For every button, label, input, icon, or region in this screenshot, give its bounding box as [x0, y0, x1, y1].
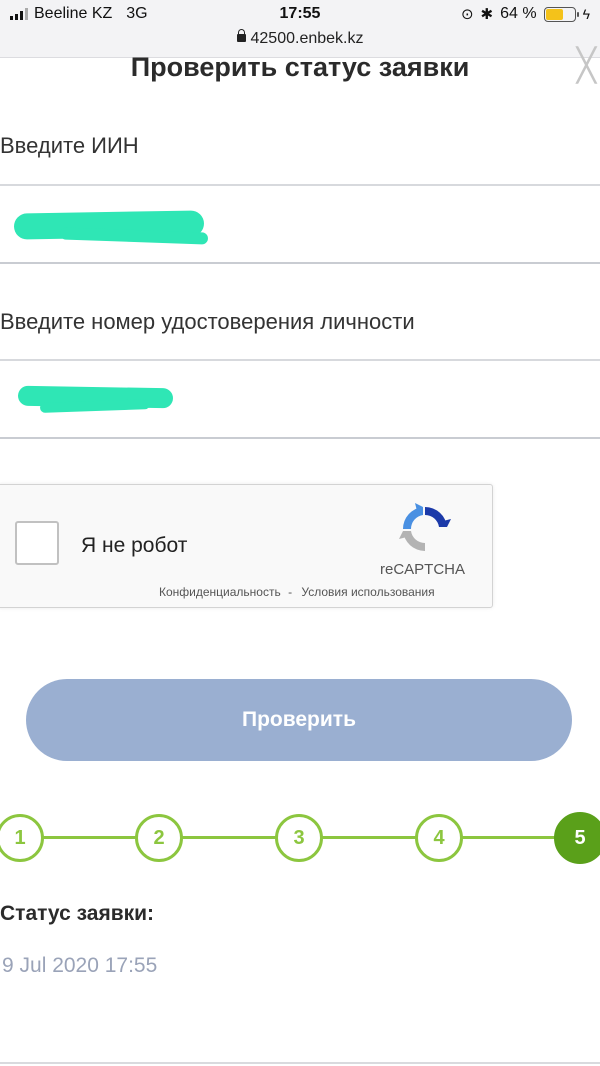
- status-date: 9 Jul 2020 17:55: [2, 954, 158, 977]
- privacy-link[interactable]: Конфиденциальность: [159, 585, 281, 599]
- address-bar[interactable]: 42500.enbek.kz: [0, 28, 600, 48]
- lock-icon: [236, 28, 246, 42]
- id-label: Введите номер удостоверения личности: [0, 309, 415, 334]
- battery-percent: 64 %: [500, 5, 537, 22]
- iin-input[interactable]: [0, 184, 600, 264]
- status-bar: Beeline KZ 3G 17:55 ⊙ ✱ 64 % ϟ 42500.enb…: [0, 0, 600, 58]
- divider: [0, 1062, 600, 1064]
- page-title: Проверить статус заявки: [130, 52, 470, 82]
- terms-link[interactable]: Условия использования: [301, 585, 434, 599]
- step-2: 2: [135, 814, 183, 862]
- check-button[interactable]: Проверить: [26, 679, 572, 761]
- recaptcha-brand: reCAPTCHA: [380, 561, 466, 578]
- step-5-active: 5: [554, 812, 600, 864]
- rotation-lock-icon: ⊙: [460, 6, 474, 23]
- step-4: 4: [415, 814, 463, 862]
- recaptcha-links: Конфиденциальность - Условия использован…: [159, 585, 435, 599]
- close-icon[interactable]: ╳: [577, 46, 596, 84]
- bluetooth-icon: ✱: [480, 6, 494, 23]
- links-separator: -: [288, 585, 293, 599]
- status-title: Статус заявки:: [0, 902, 155, 925]
- id-number-input[interactable]: [0, 359, 600, 439]
- recaptcha-logo-icon: [399, 503, 451, 552]
- recaptcha-checkbox[interactable]: [15, 521, 59, 565]
- url-text: 42500.enbek.kz: [250, 30, 364, 47]
- recaptcha-widget: Я не робот reCAPTCHA Конфиденциальность …: [0, 484, 493, 608]
- system-icons: ⊙ ✱ 64 % ϟ: [461, 5, 590, 23]
- step-1: 1: [0, 814, 44, 862]
- iin-label: Введите ИИН: [0, 133, 139, 158]
- recaptcha-label: Я не робот: [81, 534, 188, 557]
- charging-icon: ϟ: [582, 6, 590, 22]
- step-3: 3: [275, 814, 323, 862]
- battery-icon: [543, 6, 579, 22]
